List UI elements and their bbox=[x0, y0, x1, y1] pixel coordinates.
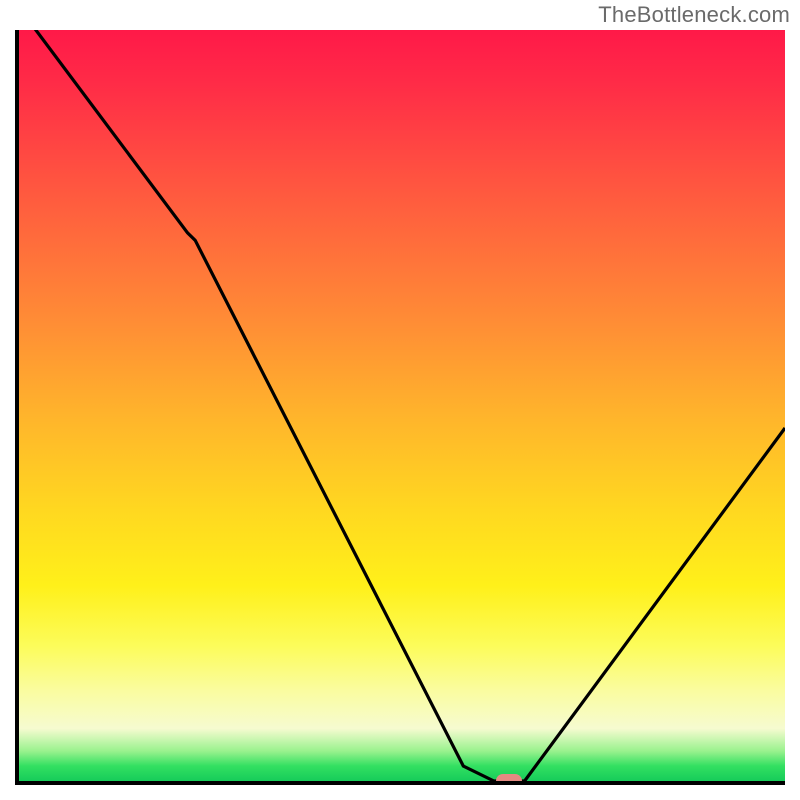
minimum-marker bbox=[496, 774, 522, 785]
watermark-text: TheBottleneck.com bbox=[598, 2, 790, 28]
bottleneck-curve-path bbox=[19, 30, 785, 781]
plot-area bbox=[15, 30, 785, 785]
bottleneck-curve bbox=[19, 30, 785, 781]
bottleneck-chart: TheBottleneck.com bbox=[0, 0, 800, 800]
